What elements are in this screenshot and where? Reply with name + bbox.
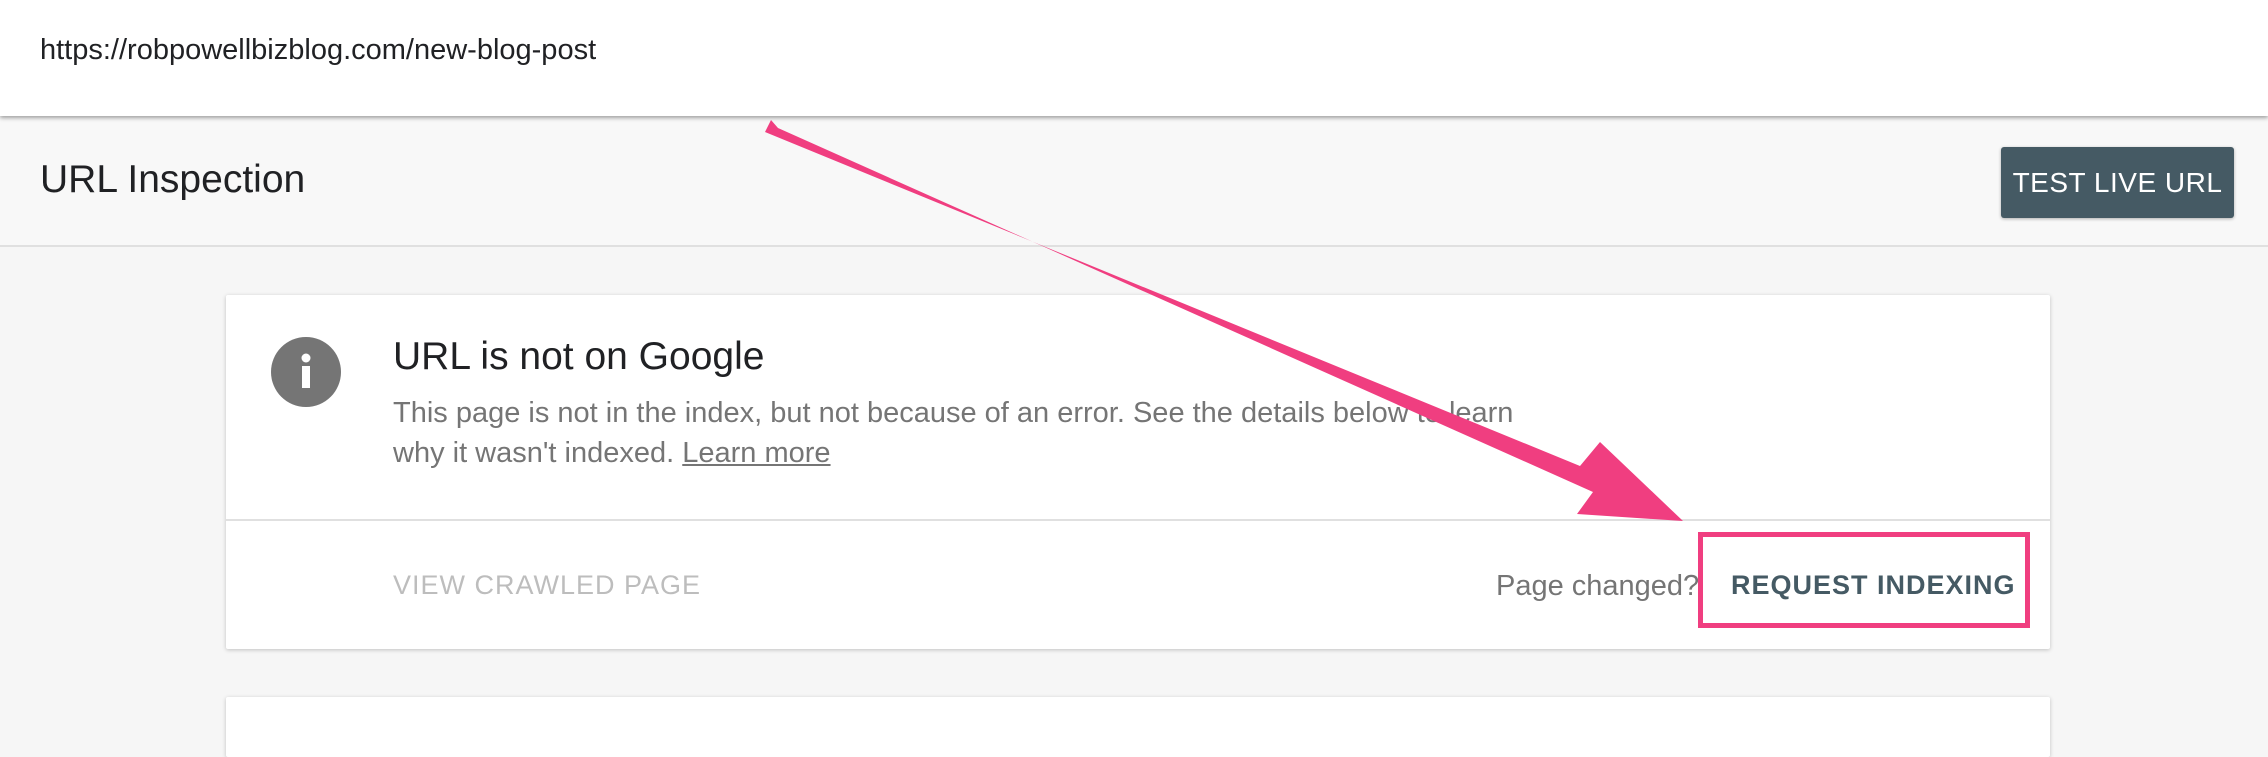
page-header: URL Inspection TEST LIVE URL xyxy=(0,118,2268,247)
status-description: This page is not in the index, but not b… xyxy=(393,393,1543,473)
status-description-text: This page is not in the index, but not b… xyxy=(393,397,1514,469)
url-bar[interactable]: https://robpowellbizblog.com/new-blog-po… xyxy=(0,0,2268,116)
url-input-value[interactable]: https://robpowellbizblog.com/new-blog-po… xyxy=(40,34,596,67)
card-divider xyxy=(226,519,2050,521)
status-title: URL is not on Google xyxy=(393,335,765,378)
info-icon xyxy=(271,337,341,407)
test-live-url-button[interactable]: TEST LIVE URL xyxy=(2001,147,2234,218)
page-title: URL Inspection xyxy=(40,158,306,201)
page-changed-text: Page changed? xyxy=(1496,570,1700,602)
view-crawled-page-button[interactable]: VIEW CRAWLED PAGE xyxy=(393,570,701,601)
request-indexing-button[interactable]: REQUEST INDEXING xyxy=(1731,570,2016,601)
url-status-card: URL is not on Google This page is not in… xyxy=(226,295,2050,649)
details-card xyxy=(226,697,2050,757)
learn-more-link[interactable]: Learn more xyxy=(682,437,830,469)
